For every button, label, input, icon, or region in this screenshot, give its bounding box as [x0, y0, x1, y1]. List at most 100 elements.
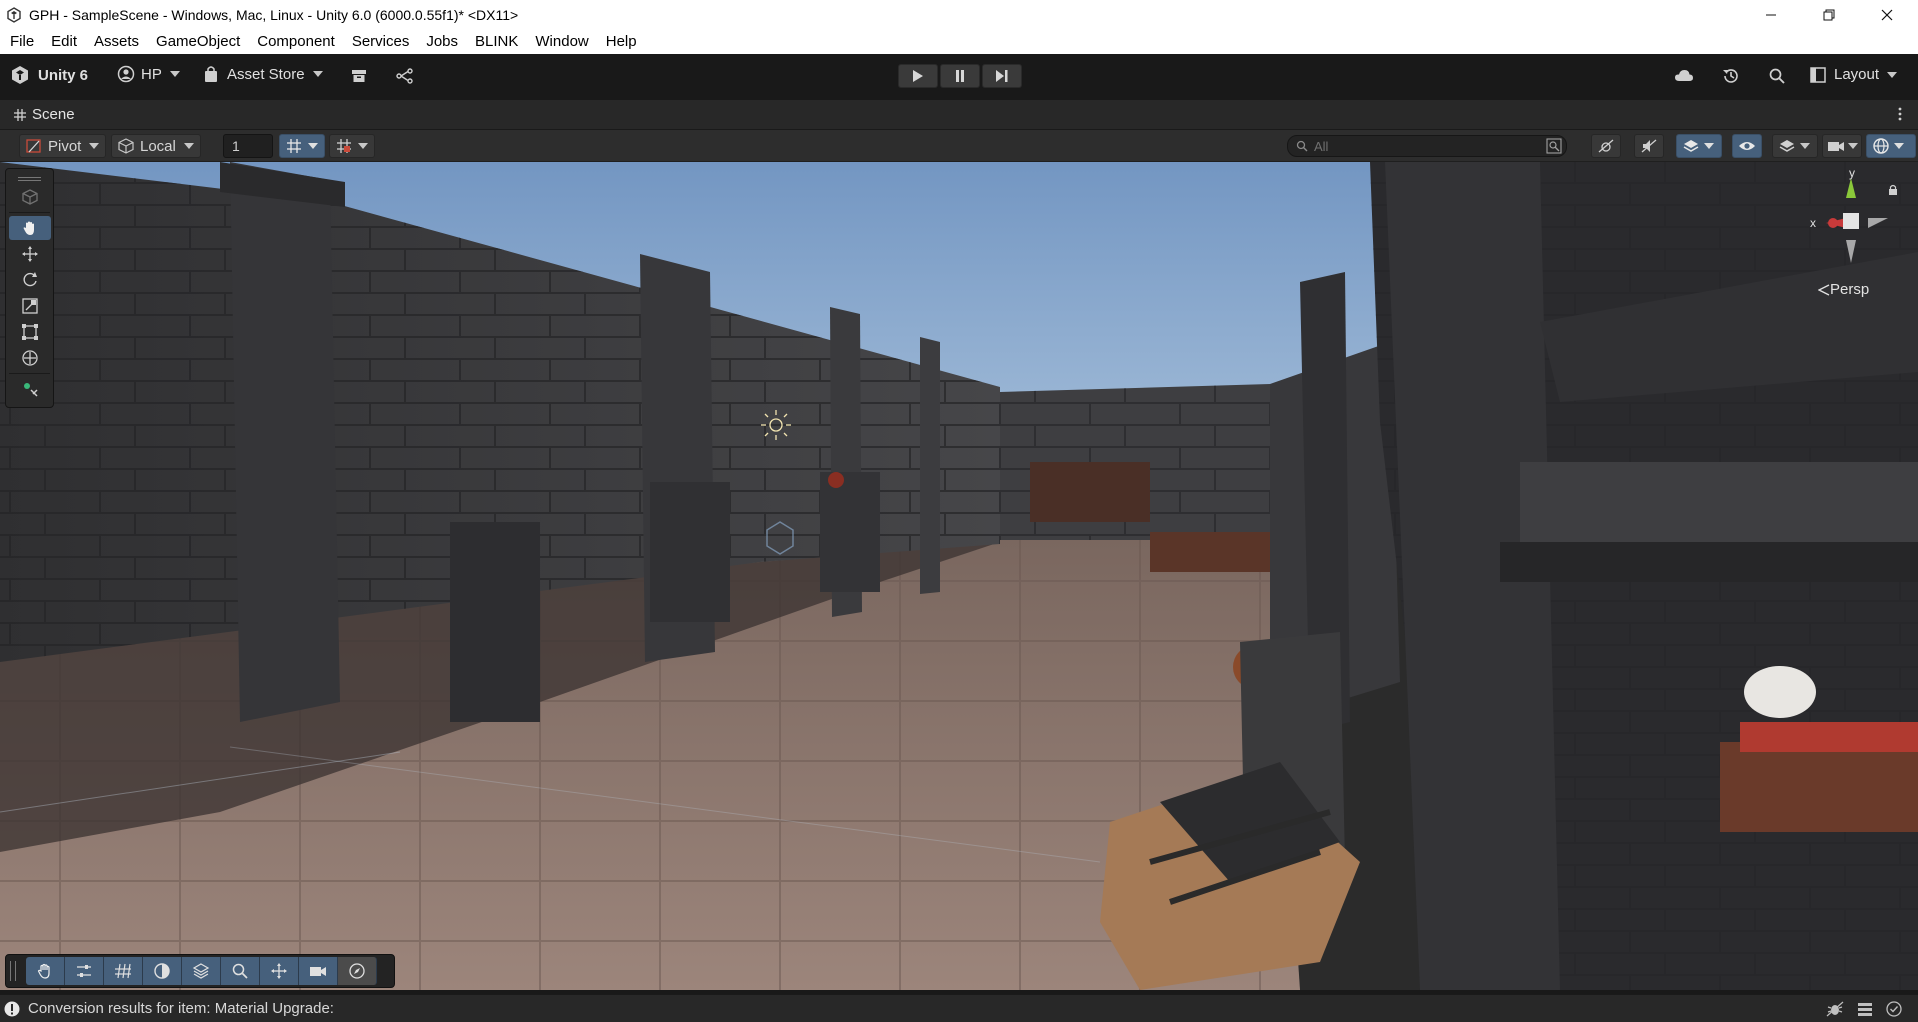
- step-button[interactable]: [982, 64, 1022, 88]
- menu-window[interactable]: Window: [535, 33, 588, 50]
- overlay-search-button[interactable]: [221, 957, 260, 985]
- perspective-toggle[interactable]: Persp: [1818, 281, 1869, 298]
- check-circle-icon[interactable]: [1886, 1001, 1902, 1017]
- menu-assets[interactable]: Assets: [94, 33, 139, 50]
- overlay-move-button[interactable]: [260, 957, 299, 985]
- cloud-icon: [1675, 70, 1693, 81]
- camera-icon: [310, 967, 326, 976]
- menu-blink[interactable]: BLINK: [475, 33, 518, 50]
- overlay-hand-button[interactable]: [26, 957, 65, 985]
- menu-file[interactable]: File: [10, 33, 34, 50]
- search-button[interactable]: [1768, 67, 1786, 85]
- scene-visibility-button[interactable]: [1732, 134, 1762, 158]
- account-label: HP: [141, 65, 162, 83]
- window-title-bar: GPH - SampleScene - Windows, Mac, Linux …: [0, 0, 1918, 29]
- chevron-down-icon: [169, 71, 180, 77]
- network-stack-icon[interactable]: [1856, 1001, 1874, 1017]
- overlay-layers-button[interactable]: [182, 957, 221, 985]
- restore-button[interactable]: [1806, 0, 1852, 29]
- hand-icon: [37, 963, 50, 979]
- pause-button[interactable]: [940, 64, 980, 88]
- overlay-settings-button[interactable]: [65, 957, 104, 985]
- history-button[interactable]: [1722, 67, 1740, 85]
- status-bar: Conversion results for item: Material Up…: [0, 994, 1918, 1022]
- unity-version-button[interactable]: Unity 6: [10, 65, 88, 85]
- draw-mode-dropdown[interactable]: [1772, 134, 1818, 158]
- menu-services[interactable]: Services: [352, 33, 410, 50]
- camera-icon: [1828, 142, 1844, 151]
- layers-icon: [1779, 140, 1795, 152]
- camera-settings-dropdown[interactable]: [1822, 134, 1862, 158]
- play-button[interactable]: [898, 64, 938, 88]
- palette-divider: [9, 373, 50, 374]
- status-message[interactable]: Conversion results for item: Material Up…: [28, 1000, 334, 1017]
- layout-label: Layout: [1834, 66, 1880, 83]
- chevron-down-icon: [183, 143, 194, 149]
- grid-visibility-button[interactable]: [279, 134, 325, 158]
- version-control-button[interactable]: [396, 68, 414, 84]
- menu-component[interactable]: Component: [257, 33, 335, 50]
- tab-menu-button[interactable]: [1898, 107, 1902, 124]
- scene-viewport[interactable]: Persp: [0, 162, 1918, 990]
- grid-snap-icon: [287, 139, 301, 153]
- overlay-grip[interactable]: [10, 961, 16, 981]
- debug-bug-icon[interactable]: [1826, 1001, 1844, 1017]
- rect-tool-button[interactable]: [9, 320, 51, 344]
- filter-options-icon: [1546, 138, 1562, 154]
- asset-store-dropdown[interactable]: Asset Store: [203, 65, 323, 83]
- audio-toggle-button[interactable]: [1634, 134, 1664, 158]
- custom-tool-icon: [24, 383, 38, 397]
- overlay-shading-button[interactable]: [143, 957, 182, 985]
- hand-icon: [23, 221, 34, 235]
- minimize-button[interactable]: [1748, 0, 1794, 29]
- overlay-compass-button[interactable]: [338, 957, 377, 985]
- scale-tool-button[interactable]: [9, 294, 51, 318]
- scene-search-input[interactable]: All: [1287, 135, 1567, 157]
- effects-dropdown[interactable]: [1676, 134, 1722, 158]
- incremental-snap-button[interactable]: [329, 134, 375, 158]
- search-options-button[interactable]: [1546, 138, 1562, 157]
- main-toolbar: Unity 6 HP Asset Store Layout: [0, 54, 1918, 100]
- menu-edit[interactable]: Edit: [51, 33, 77, 50]
- view-tool-cube-button[interactable]: [9, 185, 51, 209]
- custom-tool-button[interactable]: [9, 377, 51, 401]
- overlay-camera-button[interactable]: [299, 957, 338, 985]
- tab-scene[interactable]: Scene: [14, 106, 75, 123]
- move-arrows-icon: [22, 246, 38, 262]
- perspective-icon: [1818, 283, 1830, 296]
- move-tool-button[interactable]: [9, 242, 51, 266]
- unity-version-label: Unity 6: [38, 66, 89, 84]
- menu-gameobject[interactable]: GameObject: [156, 33, 240, 50]
- tab-scene-label: Scene: [32, 106, 75, 123]
- branch-icon: [396, 68, 413, 84]
- package-manager-button[interactable]: [351, 68, 367, 84]
- local-dropdown[interactable]: Local: [111, 134, 201, 158]
- palette-grip[interactable]: [18, 177, 41, 181]
- kebab-menu-icon: [1898, 107, 1902, 121]
- lighting-off-icon: [1598, 139, 1614, 153]
- pivot-label: Pivot: [48, 137, 82, 155]
- transform-tool-button[interactable]: [9, 346, 51, 370]
- close-button[interactable]: [1864, 0, 1910, 29]
- layout-dropdown[interactable]: Layout: [1810, 66, 1898, 83]
- transform-all-icon: [22, 350, 38, 366]
- pivot-dropdown[interactable]: Pivot: [19, 134, 107, 158]
- cloud-button[interactable]: [1674, 68, 1694, 84]
- menu-jobs[interactable]: Jobs: [426, 33, 458, 50]
- chevron-down-icon: [1800, 143, 1810, 149]
- gizmos-dropdown[interactable]: [1866, 134, 1916, 158]
- chevron-down-icon: [1848, 143, 1858, 149]
- lock-icon[interactable]: [1888, 184, 1898, 196]
- orientation-gizmo[interactable]: y x: [1806, 166, 1906, 268]
- rotate-tool-button[interactable]: [9, 268, 51, 292]
- menu-help[interactable]: Help: [606, 33, 637, 50]
- warning-icon: [4, 1001, 20, 1016]
- account-dropdown[interactable]: HP: [117, 65, 180, 83]
- grid-snap-input[interactable]: 1: [223, 134, 273, 158]
- audio-off-icon: [1641, 139, 1657, 153]
- lighting-toggle-button[interactable]: [1591, 134, 1621, 158]
- hand-tool-button[interactable]: [9, 216, 51, 240]
- overlay-grid-button[interactable]: [104, 957, 143, 985]
- snap-grid-icon: [337, 139, 351, 153]
- sphere-shading-icon: [154, 963, 170, 979]
